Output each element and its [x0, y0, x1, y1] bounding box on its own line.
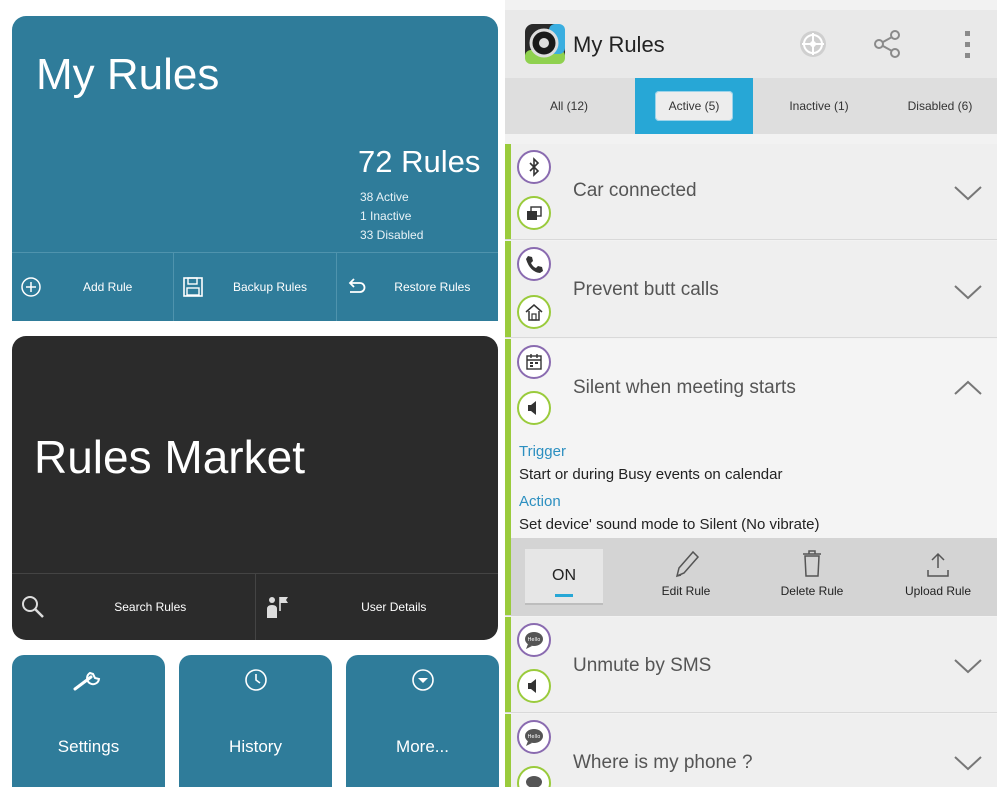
- tab-all-label: All (12): [549, 99, 588, 113]
- rule-toolbar: ON Edit Rule Delete Rule Upload Rule: [511, 538, 997, 616]
- tab-inactive[interactable]: Inactive (1): [757, 78, 881, 134]
- upload-rule-button[interactable]: Upload Rule: [883, 544, 993, 610]
- search-icon: [20, 594, 46, 620]
- wrench-icon: [12, 667, 165, 693]
- active-count: 38 Active: [360, 190, 409, 204]
- chevron-down-icon[interactable]: [953, 657, 983, 675]
- app-title: My Rules: [573, 32, 665, 57]
- tab-all[interactable]: All (12): [505, 78, 633, 134]
- sms-reply-icon: [517, 766, 551, 787]
- more-label: More...: [396, 737, 449, 756]
- sms-icon: Hello: [517, 623, 551, 657]
- settings-tile[interactable]: Settings: [12, 655, 165, 787]
- search-rules-label: Search Rules: [114, 600, 187, 614]
- dashboard-panel: My Rules 72 Rules 38 Active 1 Inactive 3…: [0, 0, 505, 787]
- undo-arrow-icon: [345, 276, 367, 298]
- trigger-heading: Trigger: [519, 443, 566, 460]
- rule-name: Unmute by SMS: [573, 655, 712, 676]
- trash-icon: [757, 544, 867, 584]
- restore-rules-label: Restore Rules: [394, 280, 471, 294]
- action-bar: My Rules: [505, 10, 997, 78]
- action-heading: Action: [519, 493, 561, 510]
- delete-rule-label: Delete Rule: [780, 584, 844, 598]
- rule-item[interactable]: Hello Unmute by SMS: [505, 617, 997, 713]
- svg-text:Hello: Hello: [528, 637, 541, 643]
- inactive-count: 1 Inactive: [360, 209, 412, 223]
- rules-list-panel: My Rules All (12) Active (5) Inactive (1…: [505, 0, 997, 787]
- toggle-label: ON: [552, 567, 576, 584]
- speaker-icon: [517, 391, 551, 425]
- history-label: History: [229, 737, 282, 756]
- filter-tabs: All (12) Active (5) Inactive (1) Disable…: [505, 78, 997, 134]
- search-rules-button[interactable]: Search Rules: [12, 574, 256, 640]
- more-tile[interactable]: More...: [346, 655, 499, 787]
- rule-item[interactable]: Hello Where is my phone ?: [505, 714, 997, 787]
- active-indicator: [505, 241, 511, 337]
- tab-disabled-label: Disabled (6): [907, 99, 973, 113]
- restore-rules-button[interactable]: Restore Rules: [337, 253, 498, 321]
- rules-actions: Add Rule Backup Rules Restore Rules: [12, 252, 498, 321]
- settings-label: Settings: [57, 737, 120, 756]
- rules-market-card[interactable]: Rules Market Search Rules User Details: [12, 336, 498, 640]
- tab-active[interactable]: Active (5): [635, 78, 753, 134]
- add-rule-label: Add Rule: [82, 280, 133, 294]
- bluetooth-icon: [517, 150, 551, 184]
- upload-rule-label: Upload Rule: [904, 584, 972, 598]
- rule-name: Car connected: [573, 180, 697, 201]
- speaker-icon: [517, 669, 551, 703]
- share-icon[interactable]: [869, 26, 905, 62]
- rule-item[interactable]: Car connected: [505, 144, 997, 240]
- trigger-text: Start or during Busy events on calendar: [519, 466, 783, 483]
- chevron-down-circle-icon: [346, 667, 499, 693]
- my-rules-card[interactable]: My Rules 72 Rules 38 Active 1 Inactive 3…: [12, 16, 498, 321]
- market-actions: Search Rules User Details: [12, 573, 498, 640]
- chevron-down-icon[interactable]: [953, 184, 983, 202]
- home-icon: [517, 295, 551, 329]
- delete-rule-button[interactable]: Delete Rule: [757, 544, 867, 610]
- chevron-up-icon[interactable]: [953, 379, 983, 397]
- plus-circle-icon: [20, 276, 42, 298]
- pencil-icon: [631, 544, 741, 584]
- disabled-count: 33 Disabled: [360, 228, 424, 242]
- rule-item[interactable]: Prevent butt calls: [505, 241, 997, 338]
- rule-name: Prevent butt calls: [573, 279, 719, 300]
- rule-count: 72 Rules: [358, 144, 481, 179]
- active-indicator: [505, 617, 511, 712]
- user-flag-icon: [264, 594, 290, 620]
- rule-name: Silent when meeting starts: [573, 377, 796, 398]
- history-tile[interactable]: History: [179, 655, 332, 787]
- edit-rule-button[interactable]: Edit Rule: [631, 544, 741, 610]
- add-rule-button[interactable]: Add Rule: [12, 253, 175, 321]
- app-logo-icon[interactable]: [523, 22, 567, 66]
- chevron-down-icon[interactable]: [953, 754, 983, 772]
- chevron-down-icon[interactable]: [953, 283, 983, 301]
- overflow-menu-icon[interactable]: [949, 26, 985, 62]
- edit-rule-label: Edit Rule: [661, 584, 711, 598]
- backup-rules-button[interactable]: Backup Rules: [174, 253, 337, 321]
- calendar-icon: [517, 345, 551, 379]
- toggle-indicator: [555, 594, 573, 597]
- active-indicator: [505, 714, 511, 787]
- user-details-button[interactable]: User Details: [256, 574, 499, 640]
- floppy-disk-icon: [182, 276, 204, 298]
- tab-active-label: Active (5): [654, 91, 734, 121]
- tab-disabled[interactable]: Disabled (6): [883, 78, 997, 134]
- phone-icon: [517, 247, 551, 281]
- action-text: Set device' sound mode to Silent (No vib…: [519, 516, 820, 533]
- car-mode-icon: [517, 196, 551, 230]
- rule-toggle-on-button[interactable]: ON: [525, 549, 603, 605]
- target-icon[interactable]: [795, 26, 831, 62]
- my-rules-title: My Rules: [36, 50, 220, 99]
- clock-icon: [179, 667, 332, 693]
- rules-market-title: Rules Market: [34, 431, 305, 483]
- sms-icon: Hello: [517, 720, 551, 754]
- user-details-label: User Details: [361, 600, 427, 614]
- svg-text:Hello: Hello: [528, 734, 541, 740]
- active-indicator: [505, 144, 511, 239]
- tab-inactive-label: Inactive (1): [789, 99, 849, 113]
- backup-rules-label: Backup Rules: [232, 280, 308, 294]
- rule-name: Where is my phone ?: [573, 752, 753, 773]
- upload-icon: [883, 544, 993, 584]
